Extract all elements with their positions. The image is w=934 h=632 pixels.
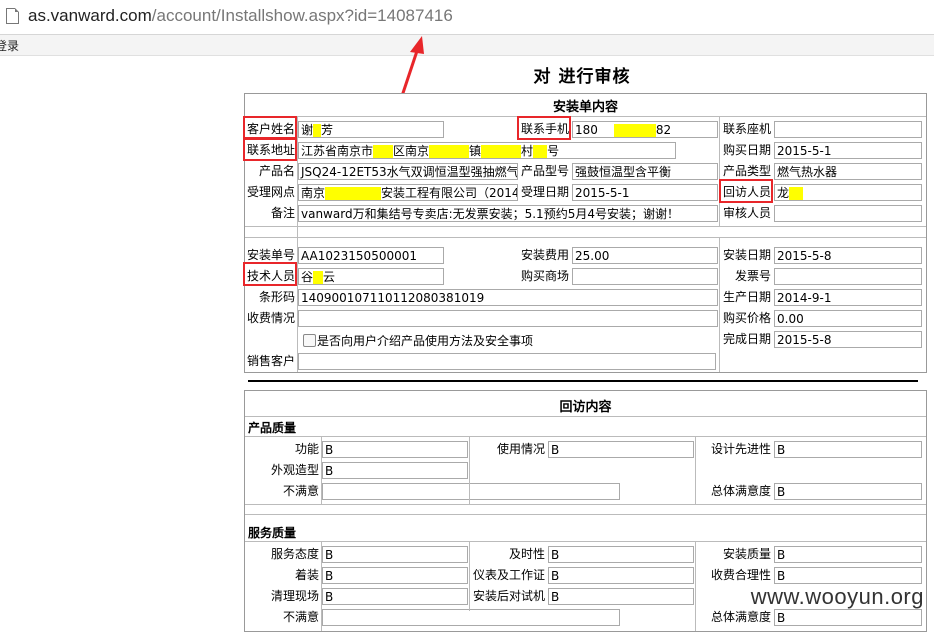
test-field[interactable]: B — [548, 588, 694, 605]
store-field[interactable] — [572, 268, 718, 285]
auditor-label: 审核人员 — [722, 206, 771, 220]
attitude-label: 服务态度 — [270, 547, 319, 561]
service-section-title: 服务质量 — [248, 526, 297, 540]
product-type-label: 产品类型 — [722, 164, 771, 178]
install-section-title: 安装单内容 — [552, 100, 618, 115]
attitude-field[interactable]: B — [322, 546, 468, 563]
install-date-label: 安装日期 — [722, 248, 771, 262]
install-date-field[interactable]: 2015-5-8 — [774, 247, 922, 264]
inst-quality-field[interactable]: B — [774, 546, 922, 563]
annotation-box-phone — [517, 116, 571, 140]
tech-field[interactable]: 谷云 — [298, 268, 444, 285]
func-label: 功能 — [294, 442, 319, 456]
charge-field[interactable] — [298, 310, 718, 327]
prod-date-label: 生产日期 — [722, 290, 771, 304]
sales-customer-field[interactable] — [298, 353, 716, 370]
barcode-field[interactable]: 140900107110112080381019 — [298, 289, 718, 306]
look-field[interactable]: B — [322, 462, 468, 479]
prod-date-field[interactable]: 2014-9-1 — [774, 289, 922, 306]
tools-label: 仪表及工作证 — [472, 568, 545, 582]
look-label: 外观造型 — [270, 463, 319, 477]
annotation-box-visitor — [719, 179, 773, 203]
install-no-field[interactable]: AA1023150500001 — [298, 247, 444, 264]
landline-field[interactable] — [774, 121, 922, 138]
visit-section-title: 回访内容 — [559, 400, 612, 415]
section-divider — [248, 380, 918, 382]
intro-checkbox-label: 是否向用户介绍产品使用方法及安全事项 — [317, 334, 534, 348]
annotation-box-tech — [243, 262, 297, 286]
product-name-field[interactable]: JSQ24-12ET53水气双调恒温型强抽燃气 — [298, 163, 518, 180]
total1-label: 总体满意度 — [710, 484, 771, 498]
done-date-label: 完成日期 — [722, 332, 771, 346]
install-fee-field[interactable]: 25.00 — [572, 247, 718, 264]
install-fee-label: 安装费用 — [520, 248, 569, 262]
phone-field[interactable]: 180 82 — [572, 121, 718, 138]
price-field[interactable]: 0.00 — [774, 310, 922, 327]
intro-checkbox[interactable] — [303, 334, 316, 347]
model-label: 产品型号 — [520, 164, 569, 178]
page-title: 对 进行审核 — [533, 67, 631, 87]
use-label: 使用情况 — [496, 442, 545, 456]
total2-field[interactable]: B — [774, 609, 922, 626]
total1-field[interactable]: B — [774, 483, 922, 500]
charge-label: 收费情况 — [246, 311, 295, 325]
remark-field[interactable]: vanward万和集结号专卖店:无发票安装；5.1预约5月4号安装；谢谢！ — [298, 205, 718, 222]
customer-name-field[interactable]: 谢芳 — [298, 121, 444, 138]
visitor-field[interactable]: 龙 — [774, 184, 922, 201]
remark-label: 备注 — [270, 206, 295, 220]
timely-field[interactable]: B — [548, 546, 694, 563]
outlet-label: 受理网点 — [246, 185, 295, 199]
unsat1-label: 不满意 — [282, 484, 319, 498]
watermark: www.wooyun.org — [750, 584, 924, 609]
sales-customer-label: 销售客户 — [246, 354, 295, 368]
price-label: 购买价格 — [722, 311, 771, 325]
clean-label: 清理现场 — [270, 589, 319, 603]
quality-section-title: 产品质量 — [248, 421, 297, 435]
unsat1-field[interactable] — [322, 483, 620, 500]
tools-field[interactable]: B — [548, 567, 694, 584]
fee-reason-field[interactable]: B — [774, 567, 922, 584]
page-icon — [6, 8, 19, 24]
address-bar[interactable]: as.vanward.com/account/Installshow.aspx?… — [0, 0, 934, 35]
address-field[interactable]: 江苏省南京市 区南京镇村号 — [298, 142, 676, 159]
buy-date-label: 购买日期 — [722, 143, 771, 157]
store-label: 购买商场 — [520, 269, 569, 283]
unsat2-label: 不满意 — [282, 610, 319, 624]
bookmarks-bar: 登录 — [0, 35, 934, 56]
total2-label: 总体满意度 — [710, 610, 771, 624]
product-type-field[interactable]: 燃气热水器 — [774, 163, 922, 180]
bookmark-login[interactable]: 登录 — [0, 37, 19, 54]
product-name-label: 产品名 — [258, 164, 295, 178]
buy-date-field[interactable]: 2015-5-1 — [774, 142, 922, 159]
dress-label: 着装 — [294, 568, 319, 582]
fee-reason-label: 收费合理性 — [710, 568, 771, 582]
done-date-field[interactable]: 2015-5-8 — [774, 331, 922, 348]
clean-field[interactable]: B — [322, 588, 468, 605]
model-field[interactable]: 强鼓恒温型含平衡 — [572, 163, 718, 180]
invoice-label: 发票号 — [734, 269, 771, 283]
test-label: 安装后对试机 — [472, 589, 545, 603]
invoice-field[interactable] — [774, 268, 922, 285]
use-field[interactable]: B — [548, 441, 694, 458]
design-field[interactable]: B — [774, 441, 922, 458]
url-text[interactable]: as.vanward.com/account/Installshow.aspx?… — [28, 6, 453, 26]
design-label: 设计先进性 — [710, 442, 771, 456]
accept-date-field[interactable]: 2015-5-1 — [572, 184, 718, 201]
landline-label: 联系座机 — [722, 122, 771, 136]
timely-label: 及时性 — [508, 547, 545, 561]
func-field[interactable]: B — [322, 441, 468, 458]
install-panel: 安装单内容 客户姓名 谢芳 联系手机 180 82 联系座机 联系地址 江苏省南京… — [244, 93, 927, 373]
dress-field[interactable]: B — [322, 567, 468, 584]
annotation-box-address — [243, 137, 297, 161]
outlet-field[interactable]: 南京 安装工程有限公司（2014 — [298, 184, 518, 201]
inst-quality-label: 安装质量 — [722, 547, 771, 561]
accept-date-label: 受理日期 — [520, 185, 569, 199]
unsat2-field[interactable] — [322, 609, 620, 626]
barcode-label: 条形码 — [258, 290, 295, 304]
auditor-field[interactable] — [774, 205, 922, 222]
